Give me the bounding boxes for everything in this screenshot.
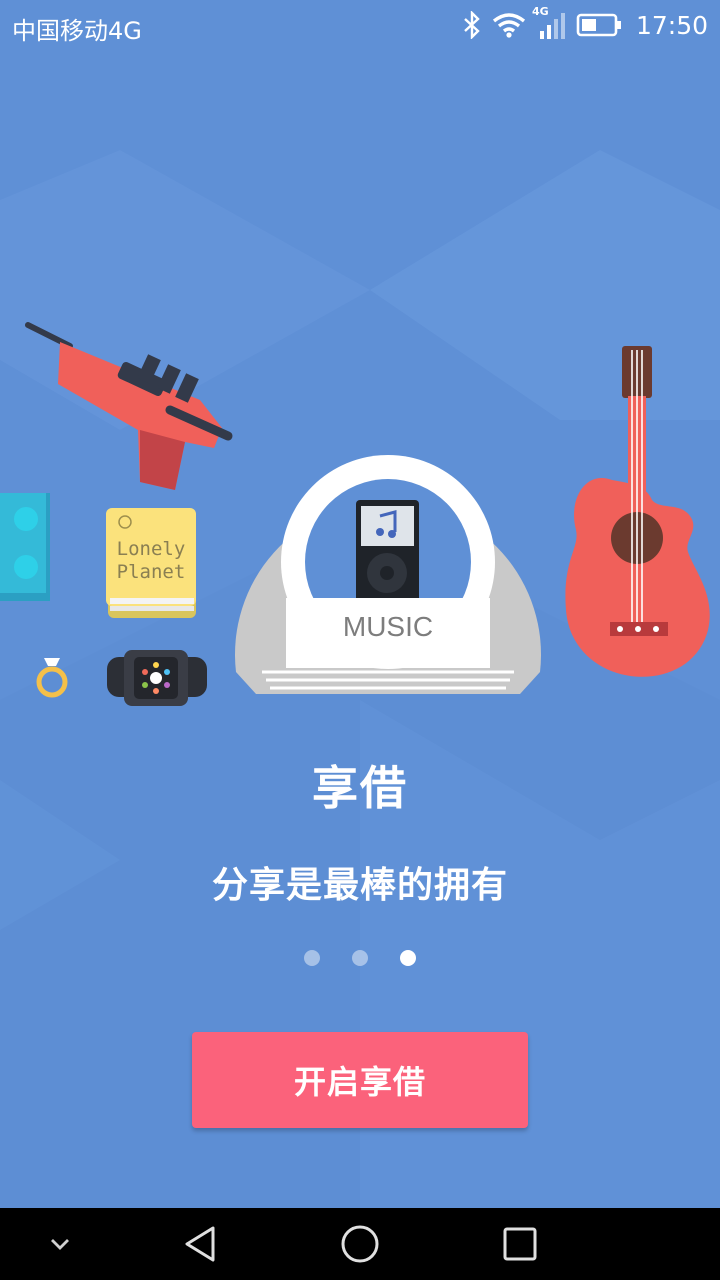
page-dot-1[interactable] <box>304 950 320 966</box>
back-icon[interactable] <box>170 1208 230 1280</box>
guitar-illustration <box>565 346 710 677</box>
speaker-label: MUSIC <box>343 611 433 642</box>
page-dot-2[interactable] <box>352 950 368 966</box>
illustration: Lonely Planet MUSIC <box>0 322 710 706</box>
battery-icon <box>576 13 622 37</box>
bluetooth-icon <box>462 11 482 39</box>
carrier-name: 中国移动4G <box>12 17 142 45</box>
onboarding-subtitle: 分享是最棒的拥有 <box>211 865 508 906</box>
network-type-badge: 4G <box>531 5 549 18</box>
page-dot-3[interactable] <box>400 950 416 966</box>
navigation-bar <box>0 1208 720 1280</box>
lego-brick-illustration <box>0 493 50 601</box>
drill-illustration <box>25 322 233 490</box>
smartwatch-illustration <box>107 650 207 706</box>
home-icon[interactable] <box>330 1208 390 1280</box>
clock: 17:50 <box>635 10 708 40</box>
book-illustration: Lonely Planet <box>106 508 196 618</box>
book-title-line2: Planet <box>117 561 186 583</box>
chevron-down-icon[interactable] <box>40 1208 80 1280</box>
recents-icon[interactable] <box>490 1208 550 1280</box>
onboarding-title: 享借 <box>312 761 408 815</box>
cellular-signal-icon: 4G <box>532 5 566 39</box>
start-button[interactable]: 开启享借 <box>192 1032 528 1128</box>
onboarding-screen: 中国移动4G 4G 17:50 Lonely Planet MUSIC 享借 分… <box>0 0 720 1208</box>
music-speaker-illustration: MUSIC <box>235 455 541 694</box>
wifi-icon <box>492 12 526 38</box>
ring-illustration <box>36 658 68 698</box>
page-indicator <box>0 950 720 968</box>
book-title-line1: Lonely <box>117 538 186 560</box>
status-bar: 中国移动4G 4G 17:50 <box>0 0 720 50</box>
